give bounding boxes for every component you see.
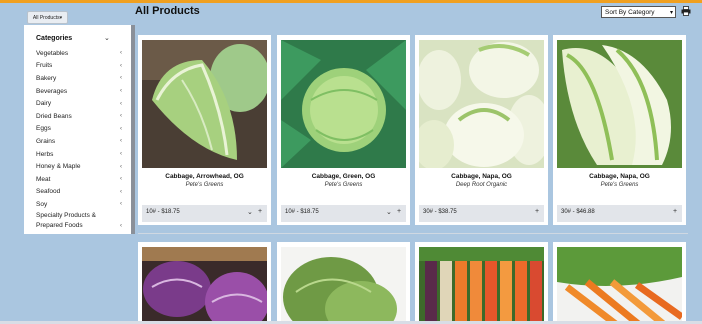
sidebar-item-label: Herbs — [36, 150, 54, 158]
top-accent-bar — [0, 0, 702, 3]
chevron-down-icon: ▾ — [669, 10, 673, 16]
chevron-left-icon: ‹ — [120, 176, 122, 183]
price-selector[interactable]: 30# - $38.75 + — [419, 205, 544, 222]
category-sidebar: Categories ⌄ Vegetables ‹ Fruits ‹ Bakery ‹… — [24, 25, 135, 234]
price-label: 10# - $18.75 — [146, 209, 180, 215]
add-to-cart-button[interactable]: + — [397, 208, 401, 215]
sidebar-item-label: Vegetables — [36, 49, 69, 57]
sidebar-item-specialty-prepared[interactable]: Specialty Products & Prepared Foods ‹ — [36, 211, 131, 233]
chevron-left-icon: ‹ — [120, 201, 122, 208]
chevron-left-icon: ‹ — [120, 88, 122, 95]
chevron-left-icon: ‹ — [120, 222, 122, 229]
product-image-savoy-cabbage[interactable] — [281, 247, 406, 324]
chevron-down-icon[interactable]: ⌄ — [247, 208, 253, 216]
sidebar-item-label: Soy — [36, 200, 48, 208]
product-card[interactable] — [553, 242, 686, 324]
sidebar-item-label: Eggs — [36, 125, 51, 133]
price-label: 30# - $38.75 — [423, 209, 457, 215]
product-image-carrots-bunch[interactable] — [557, 247, 682, 324]
price-selector[interactable]: 30# - $46.88 + — [557, 205, 682, 222]
add-to-cart-button[interactable]: + — [535, 208, 539, 215]
product-farm[interactable]: Deep Root Organic — [415, 182, 548, 188]
chevron-left-icon: ‹ — [120, 125, 122, 132]
sidebar-item-eggs[interactable]: Eggs ‹ — [36, 123, 131, 136]
chevron-left-icon: ‹ — [120, 75, 122, 82]
product-image-arrowhead-cabbage[interactable] — [142, 40, 267, 168]
chevron-left-icon: ‹ — [120, 151, 122, 158]
chevron-left-icon: ‹ — [120, 62, 122, 69]
chevron-left-icon: ‹ — [120, 163, 122, 170]
sidebar-item-label: Meat — [36, 175, 51, 183]
sidebar-item-dairy[interactable]: Dairy ‹ — [36, 97, 131, 110]
price-label: 30# - $46.88 — [561, 209, 595, 215]
sidebar-item-dried-beans[interactable]: Dried Beans ‹ — [36, 110, 131, 123]
product-image-napa-cabbage[interactable] — [557, 40, 682, 168]
chevron-down-icon[interactable]: ⌄ — [104, 34, 110, 42]
sidebar-item-beverages[interactable]: Beverages ‹ — [36, 85, 131, 98]
product-card[interactable] — [138, 242, 271, 324]
page-title: All Products — [135, 5, 200, 17]
sidebar-item-bakery[interactable]: Bakery ‹ — [36, 72, 131, 85]
price-selector[interactable]: 10# - $18.75 ⌄ + — [142, 205, 267, 222]
sort-select[interactable]: Sort By Category ▾ — [601, 6, 676, 18]
sidebar-item-label: Bakery — [36, 74, 57, 82]
product-image-green-cabbage[interactable] — [281, 40, 406, 168]
sidebar-item-label: Beverages — [36, 87, 68, 95]
product-name[interactable]: Cabbage, Green, OG — [277, 173, 410, 180]
sidebar-item-honey-maple[interactable]: Honey & Maple ‹ — [36, 160, 131, 173]
product-name[interactable]: Cabbage, Arrowhead, OG — [138, 173, 271, 180]
product-card[interactable] — [415, 242, 548, 324]
chevron-left-icon: ‹ — [120, 100, 122, 107]
chevron-left-icon: ‹ — [120, 138, 122, 145]
product-farm[interactable]: Pete's Greens — [138, 182, 271, 188]
product-image-red-cabbage[interactable] — [142, 247, 267, 324]
product-card[interactable]: Cabbage, Arrowhead, OG Pete's Greens 10#… — [138, 35, 271, 225]
sidebar-item-label: Honey & Maple — [36, 163, 81, 171]
product-card[interactable]: Cabbage, Napa, OG Pete's Greens 30# - $4… — [553, 35, 686, 225]
all-products-menu-button[interactable]: All Products▾ — [27, 11, 68, 24]
product-name[interactable]: Cabbage, Napa, OG — [553, 173, 686, 180]
sidebar-item-label: Dried Beans — [36, 112, 72, 120]
product-name[interactable]: Cabbage, Napa, OG — [415, 173, 548, 180]
chevron-left-icon: ‹ — [120, 188, 122, 195]
product-card[interactable]: Cabbage, Napa, OG Deep Root Organic 30# … — [415, 35, 548, 225]
sidebar-item-herbs[interactable]: Herbs ‹ — [36, 148, 131, 161]
product-image-napa-cabbage[interactable] — [419, 40, 544, 168]
chevron-left-icon: ‹ — [120, 50, 122, 57]
sidebar-item-label: Seafood — [36, 188, 61, 196]
sidebar-item-soy[interactable]: Soy ‹ — [36, 198, 131, 211]
chevron-left-icon: ‹ — [120, 113, 122, 120]
chevron-down-icon[interactable]: ⌄ — [386, 208, 392, 216]
sidebar-item-fruits[interactable]: Fruits ‹ — [36, 60, 131, 73]
sidebar-item-label: Specialty Products & Prepared Foods — [36, 211, 96, 231]
sidebar-item-meat[interactable]: Meat ‹ — [36, 173, 131, 186]
product-farm[interactable]: Pete's Greens — [277, 182, 410, 188]
sidebar-item-label: Grains — [36, 137, 56, 145]
row-divider — [138, 233, 688, 234]
add-to-cart-button[interactable]: + — [258, 208, 262, 215]
add-to-cart-button[interactable]: + — [673, 208, 677, 215]
sidebar-item-label-line2: Prepared Foods — [36, 221, 83, 229]
sidebar-title: Categories — [36, 35, 73, 42]
sort-select-label: Sort By Category — [605, 8, 655, 16]
sidebar-item-label-line1: Specialty Products & — [36, 211, 96, 219]
price-label: 10# - $18.75 — [285, 209, 319, 215]
product-card[interactable]: Cabbage, Green, OG Pete's Greens 10# - $… — [277, 35, 410, 225]
product-card[interactable] — [277, 242, 410, 324]
product-image-carrots[interactable] — [419, 247, 544, 324]
sidebar-item-vegetables[interactable]: Vegetables ‹ — [36, 47, 131, 60]
sidebar-item-seafood[interactable]: Seafood ‹ — [36, 186, 131, 199]
price-selector[interactable]: 10# - $18.75 ⌄ + — [281, 205, 406, 222]
sidebar-item-label: Dairy — [36, 100, 52, 108]
sidebar-item-grains[interactable]: Grains ‹ — [36, 135, 131, 148]
product-farm[interactable]: Pete's Greens — [553, 182, 686, 188]
print-icon[interactable] — [681, 6, 691, 16]
sidebar-item-label: Fruits — [36, 62, 53, 70]
